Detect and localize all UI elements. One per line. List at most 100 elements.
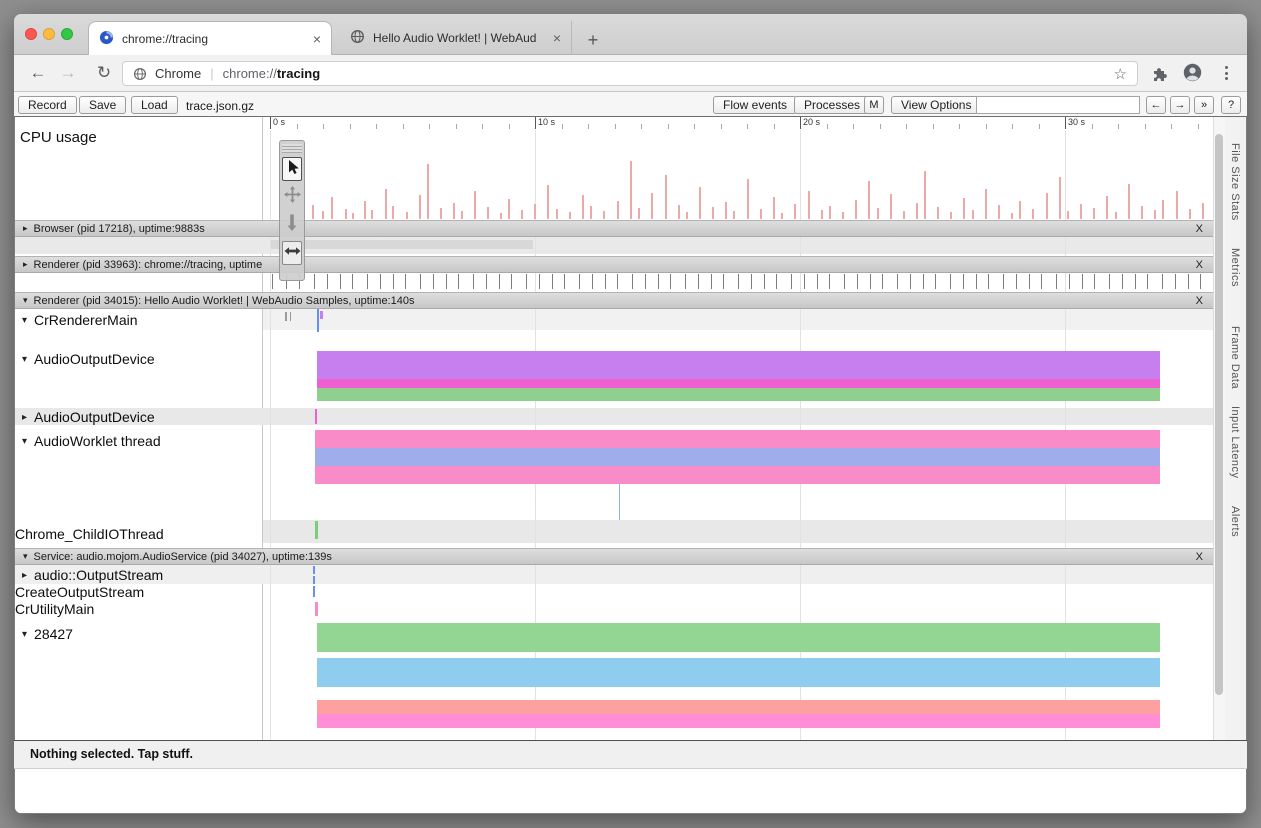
select-tool-button[interactable]	[282, 157, 302, 181]
trace-slice[interactable]	[352, 274, 353, 289]
pan-tool-button[interactable]	[282, 185, 302, 209]
close-process-button[interactable]: X	[1196, 223, 1205, 235]
trace-slice[interactable]	[1135, 274, 1136, 289]
timing-tool-button[interactable]	[282, 241, 302, 265]
trace-slice[interactable]	[632, 274, 633, 289]
trace-slice[interactable]	[499, 274, 500, 289]
trace-bar[interactable]	[317, 379, 1160, 388]
trace-slice[interactable]	[711, 274, 712, 289]
trace-bar[interactable]	[317, 714, 1160, 728]
trace-slice[interactable]	[1094, 274, 1095, 289]
trace-slice[interactable]	[1122, 274, 1123, 289]
trace-bar[interactable]	[317, 388, 1160, 401]
drawer-tab-alerts[interactable]: Alerts	[1229, 506, 1241, 537]
thread-label[interactable]: CreateOutputStream	[15, 584, 144, 600]
process-header[interactable]: ▸Renderer (pid 33963): chrome://tracing,…	[15, 256, 1213, 273]
thread-label[interactable]: ▾AudioOutputDevice	[22, 351, 155, 367]
trace-slice[interactable]	[552, 274, 553, 289]
trace-slice[interactable]	[829, 274, 830, 289]
expand-toggle-icon[interactable]: ▾	[23, 551, 28, 562]
trace-slice[interactable]	[1162, 274, 1163, 289]
trace-bar[interactable]	[315, 448, 1160, 466]
trace-slice[interactable]	[738, 274, 739, 289]
trace-slice[interactable]	[645, 274, 646, 289]
close-process-button[interactable]: X	[1196, 551, 1205, 563]
close-process-button[interactable]: X	[1196, 259, 1205, 271]
trace-slice[interactable]	[988, 274, 989, 289]
drawer-tab-file-size-stats[interactable]: File Size Stats	[1229, 143, 1241, 221]
trace-mark[interactable]	[320, 311, 323, 319]
expand-toggle-icon[interactable]: ▸	[23, 223, 28, 234]
trace-slice[interactable]	[723, 274, 724, 289]
trace-slice[interactable]	[592, 274, 593, 289]
thread-label[interactable]: ▾AudioWorklet thread	[22, 433, 161, 449]
trace-slice[interactable]	[1175, 274, 1176, 289]
trace-mark[interactable]	[315, 602, 318, 616]
trace-slice[interactable]	[1016, 274, 1017, 289]
thread-label[interactable]: ▸audio::OutputStream	[22, 567, 163, 583]
trace-mark[interactable]	[290, 312, 291, 321]
trace-slice[interactable]	[776, 274, 777, 289]
trace-slice[interactable]	[340, 274, 341, 289]
trace-slice[interactable]	[617, 274, 618, 289]
expand-toggle-icon[interactable]: ▸	[22, 412, 27, 423]
thread-label[interactable]: CrUtilityMain	[15, 601, 94, 617]
expand-toggle-icon[interactable]: ▾	[23, 295, 28, 306]
zoom-tool-button[interactable]	[282, 213, 302, 237]
trace-slice[interactable]	[1003, 274, 1004, 289]
thread-label[interactable]: ▸AudioOutputDevice	[22, 409, 155, 425]
thread-label[interactable]: Chrome_ChildIOThread	[15, 526, 164, 542]
trace-slice[interactable]	[511, 274, 512, 289]
trace-slice[interactable]	[935, 274, 936, 289]
trace-slice[interactable]	[458, 274, 459, 289]
thread-label[interactable]: ▾CrRendererMain	[22, 312, 138, 328]
trace-slice[interactable]	[327, 274, 328, 289]
trace-slice[interactable]	[1109, 274, 1110, 289]
scrollbar-thumb[interactable]	[1215, 134, 1223, 695]
expand-toggle-icon[interactable]: ▾	[22, 354, 27, 365]
trace-slice[interactable]	[420, 274, 421, 289]
trace-slice[interactable]	[1069, 274, 1070, 289]
trace-slice[interactable]	[367, 274, 368, 289]
trace-bar[interactable]	[315, 430, 1160, 448]
trace-slice[interactable]	[1041, 274, 1042, 289]
trace-slice[interactable]	[1082, 274, 1083, 289]
trace-mark[interactable]	[315, 409, 317, 424]
trace-slice[interactable]	[658, 274, 659, 289]
trace-slice[interactable]	[393, 274, 394, 289]
expand-toggle-icon[interactable]: ▾	[22, 436, 27, 447]
trace-slice[interactable]	[272, 274, 273, 289]
trace-mark[interactable]	[285, 312, 287, 321]
trace-slice[interactable]	[685, 274, 686, 289]
trace-bar[interactable]	[317, 700, 1160, 714]
close-process-button[interactable]: X	[1196, 295, 1205, 307]
drawer-tab-metrics[interactable]: Metrics	[1229, 248, 1241, 287]
trace-slice[interactable]	[314, 274, 315, 289]
trace-slice[interactable]	[882, 274, 883, 289]
trace-slice[interactable]	[1200, 274, 1201, 289]
trace-slice[interactable]	[844, 274, 845, 289]
trace-bar[interactable]	[315, 466, 1160, 484]
trace-slice[interactable]	[817, 274, 818, 289]
trace-slice[interactable]	[950, 274, 951, 289]
trace-slice[interactable]	[446, 274, 447, 289]
trace-slice[interactable]	[380, 274, 381, 289]
trace-slice[interactable]	[698, 274, 699, 289]
drawer-tab-input-latency[interactable]: Input Latency	[1229, 406, 1241, 479]
trace-mark[interactable]	[315, 521, 318, 539]
trace-slice[interactable]	[564, 274, 565, 289]
trace-slice[interactable]	[526, 274, 527, 289]
trace-mark[interactable]	[619, 484, 620, 520]
trace-slice[interactable]	[1056, 274, 1057, 289]
trace-mark[interactable]	[313, 576, 315, 584]
trace-slice[interactable]	[670, 274, 671, 289]
trace-slice[interactable]	[473, 274, 474, 289]
trace-mark[interactable]	[313, 566, 315, 574]
trace-slice[interactable]	[433, 274, 434, 289]
trace-slice[interactable]	[963, 274, 964, 289]
expand-toggle-icon[interactable]: ▸	[23, 259, 28, 270]
trace-slice[interactable]	[923, 274, 924, 289]
process-header[interactable]: ▸Browser (pid 17218), uptime:9883sX	[15, 220, 1213, 237]
trace-slice[interactable]	[579, 274, 580, 289]
thread-label[interactable]: ▾28427	[22, 626, 73, 642]
